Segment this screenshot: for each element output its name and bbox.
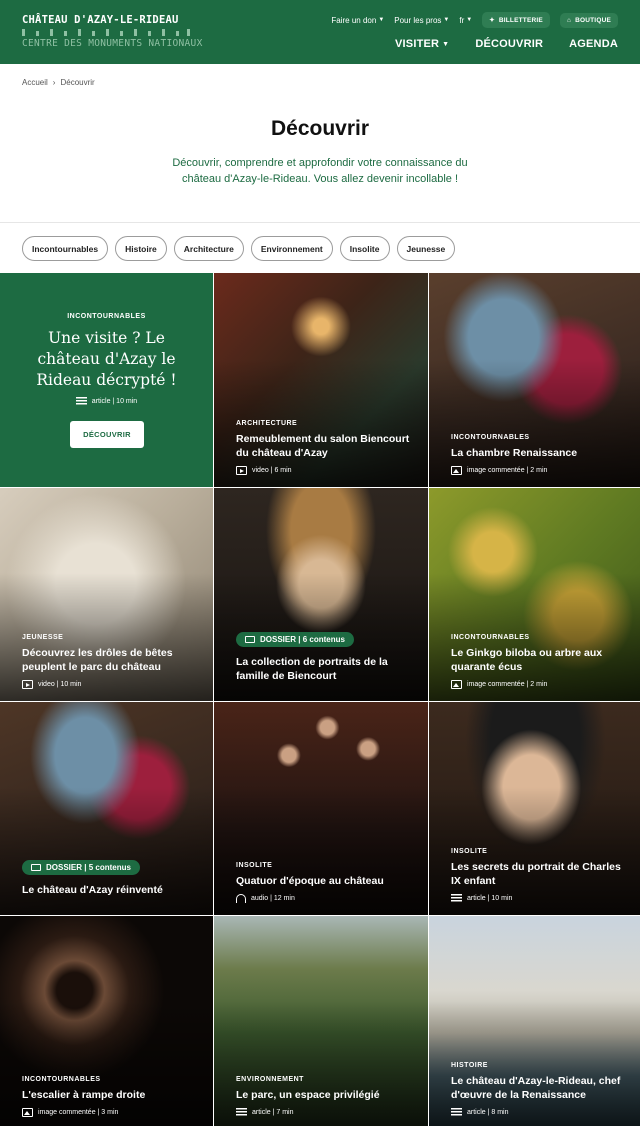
- card-chambre-renaissance[interactable]: INCONTOURNABLES La chambre Renaissance i…: [429, 273, 640, 487]
- chevron-down-icon: ▼: [466, 17, 473, 23]
- chevron-right-icon: ›: [52, 78, 56, 87]
- basket-icon: ⌂: [566, 16, 572, 24]
- breadcrumb-home[interactable]: Accueil: [22, 78, 48, 87]
- page-title: Découvrir: [270, 117, 370, 140]
- chevron-down-icon: ▼: [443, 17, 450, 23]
- site-header: CHÂTEAU D'AZAY-LE-RIDEAU CENTRE DES MONU…: [0, 0, 640, 64]
- article-icon: [451, 1108, 462, 1117]
- card-title: La collection de portraits de la famille…: [236, 656, 388, 682]
- card-category: INSOLITE: [236, 862, 273, 869]
- image-icon: [22, 1108, 33, 1117]
- card-meta: image commentée | 3 min: [22, 1108, 201, 1117]
- utility-nav: Faire un don ▼ Pour les pros ▼ fr ▼ ✦ BILLET…: [331, 12, 618, 28]
- card-category: HISTOIRE: [451, 1062, 488, 1069]
- card-category: INCONTOURNABLES: [451, 434, 530, 441]
- filter-environnement[interactable]: Environnement: [250, 236, 333, 261]
- card-salon-biencourt[interactable]: ARCHITECTURE Remeublement du salon Bienc…: [214, 273, 428, 487]
- card-chef-doeuvre[interactable]: HISTOIRE Le château d'Azay-le-Rideau, ch…: [429, 916, 640, 1126]
- nav-decouvrir[interactable]: DÉCOUVRIR: [475, 38, 543, 50]
- card-category: JEUNESSE: [22, 634, 64, 641]
- divider: [0, 222, 640, 223]
- article-icon: [75, 397, 87, 406]
- card-meta: article | 8 min: [451, 1108, 630, 1117]
- folder-icon: [245, 636, 255, 643]
- card-title: Remeublement du salon Biencourt du châte…: [236, 433, 410, 459]
- nav-agenda[interactable]: AGENDA: [569, 38, 618, 50]
- card-meta: article | 10 min: [451, 894, 630, 903]
- card-title: Le parc, un espace privilégié: [236, 1089, 380, 1101]
- card-ginkgo-biloba[interactable]: INCONTOURNABLES Le Ginkgo biloba ou arbr…: [429, 488, 640, 701]
- card-droles-de-betes[interactable]: JEUNESSE Découvrez les drôles de bêtes p…: [0, 488, 213, 701]
- billetterie-button[interactable]: ✦ BILLETTERIE: [482, 12, 550, 28]
- video-icon: [22, 680, 33, 689]
- chevron-down-icon: ▼: [442, 40, 450, 48]
- card-meta: image commentée | 2 min: [451, 466, 630, 475]
- image-icon: [451, 466, 462, 475]
- filter-chips: Incontournables Histoire Architecture En…: [22, 236, 456, 261]
- boutique-button[interactable]: ⌂ BOUTIQUE: [559, 12, 618, 28]
- card-parc[interactable]: ENVIRONNEMENT Le parc, un espace privilé…: [214, 916, 428, 1126]
- article-icon: [236, 1108, 247, 1117]
- headphones-icon: [236, 894, 246, 903]
- card-escalier[interactable]: INCONTOURNABLES L'escalier à rampe droit…: [0, 916, 213, 1126]
- brand-title: CHÂTEAU D'AZAY-LE-RIDEAU: [22, 14, 179, 26]
- ticket-icon: ✦: [489, 17, 495, 24]
- crenel-decoration: [22, 29, 190, 36]
- site-logo[interactable]: CHÂTEAU D'AZAY-LE-RIDEAU CENTRE DES MONU…: [22, 14, 203, 49]
- filter-insolite[interactable]: Insolite: [339, 236, 390, 261]
- card-title: L'escalier à rampe droite: [22, 1089, 146, 1101]
- card-quatuor[interactable]: INSOLITE Quatuor d'époque au château aud…: [214, 702, 428, 915]
- donate-link[interactable]: Faire un don ▼: [331, 16, 384, 25]
- dossier-badge: DOSSIER | 6 contenus: [236, 632, 354, 647]
- card-title: Quatuor d'époque au château: [236, 875, 384, 887]
- article-icon: [451, 894, 462, 903]
- filter-jeunesse[interactable]: Jeunesse: [396, 236, 456, 261]
- language-select[interactable]: fr ▼: [459, 16, 472, 25]
- card-title: Le Ginkgo biloba ou arbre aux quarante é…: [451, 647, 603, 673]
- video-icon: [236, 466, 247, 475]
- main-nav: VISITER ▼ DÉCOUVRIR AGENDA: [395, 38, 618, 50]
- card-portraits-biencourt[interactable]: DOSSIER | 6 contenus La collection de po…: [214, 488, 428, 701]
- card-meta: article | 7 min: [236, 1108, 416, 1117]
- card-meta: video | 6 min: [236, 466, 416, 475]
- card-category: INSOLITE: [451, 848, 488, 855]
- card-meta: audio | 12 min: [236, 894, 416, 903]
- card-title: Le château d'Azay-le-Rideau, chef d'œuvr…: [451, 1075, 621, 1101]
- card-category: INCONTOURNABLES: [451, 634, 530, 641]
- card-title: Une visite ? Le château d'Azay le Rideau…: [36, 329, 177, 389]
- card-category: ARCHITECTURE: [236, 420, 298, 427]
- card-meta: article | 10 min: [0, 397, 213, 406]
- card-charles-ix[interactable]: INSOLITE Les secrets du portrait de Char…: [429, 702, 640, 915]
- card-meta: video | 10 min: [22, 680, 201, 689]
- card-title: Le château d'Azay réinventé: [22, 884, 163, 896]
- content-grid: INCONTOURNABLES Une visite ? Le château …: [0, 273, 640, 1126]
- page-intro: Découvrir, comprendre et approfondir vot…: [172, 157, 468, 185]
- pros-link[interactable]: Pour les pros ▼: [394, 16, 449, 25]
- filter-architecture[interactable]: Architecture: [173, 236, 244, 261]
- discover-button[interactable]: DÉCOUVRIR: [70, 421, 144, 448]
- image-icon: [451, 680, 462, 689]
- card-meta: image commentée | 2 min: [451, 680, 630, 689]
- breadcrumb-current: Découvrir: [60, 78, 95, 87]
- card-category: INCONTOURNABLES: [22, 1076, 101, 1083]
- card-category: INCONTOURNABLES: [67, 313, 146, 320]
- card-azay-reinvente[interactable]: DOSSIER | 5 contenus Le château d'Azay r…: [0, 702, 213, 915]
- feature-card[interactable]: INCONTOURNABLES Une visite ? Le château …: [0, 273, 213, 487]
- nav-visiter[interactable]: VISITER ▼: [395, 38, 449, 50]
- chevron-down-icon: ▼: [378, 17, 385, 23]
- dossier-badge: DOSSIER | 5 contenus: [22, 860, 140, 875]
- folder-icon: [31, 864, 41, 871]
- filter-incontournables[interactable]: Incontournables: [22, 236, 109, 261]
- card-title: Les secrets du portrait de Charles IX en…: [451, 861, 621, 887]
- breadcrumb: Accueil › Découvrir: [22, 78, 95, 87]
- filter-histoire[interactable]: Histoire: [115, 236, 167, 261]
- brand-subtitle: CENTRE DES MONUMENTS NATIONAUX: [22, 38, 203, 49]
- card-category: ENVIRONNEMENT: [236, 1076, 304, 1083]
- card-title: Découvrez les drôles de bêtes peuplent l…: [22, 647, 173, 673]
- card-title: La chambre Renaissance: [451, 447, 578, 459]
